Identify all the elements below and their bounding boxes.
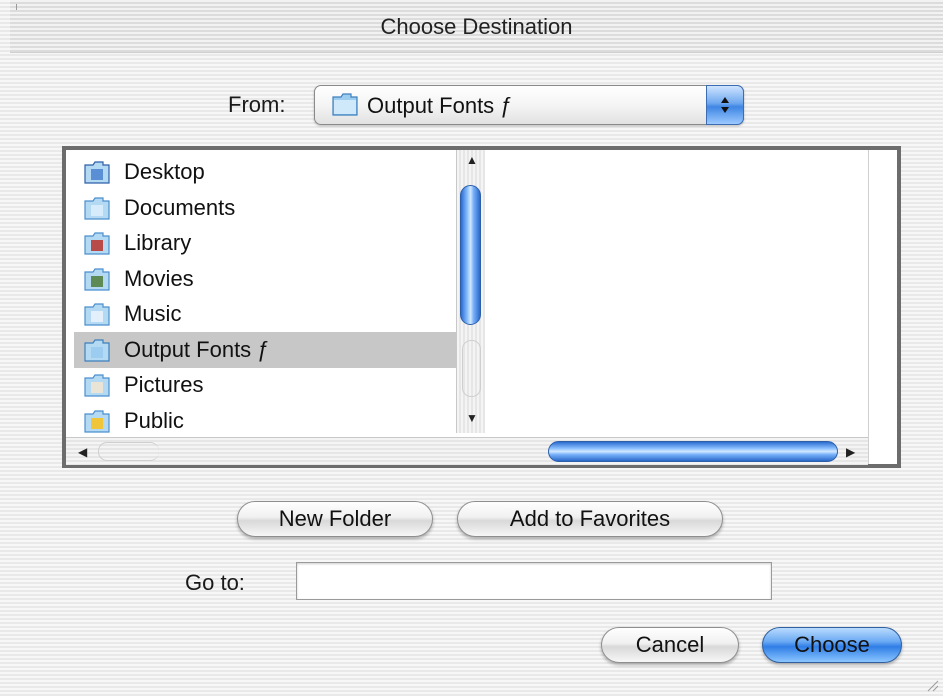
- list-item-label: Documents: [124, 194, 236, 220]
- list-item[interactable]: Output Fonts ƒ: [74, 331, 456, 368]
- list-item-label: Library: [124, 230, 192, 255]
- list-item[interactable]: Movies: [74, 261, 456, 297]
- from-label: From:: [228, 92, 286, 117]
- window-corner-mark: [16, 4, 20, 10]
- horizontal-scroll-track: [98, 442, 159, 461]
- scroll-down-arrow-icon[interactable]: ▼: [466, 412, 478, 424]
- folder-icon: [84, 338, 110, 362]
- desktop-folder-icon: [84, 161, 110, 184]
- from-popup-value: Output Fonts ƒ: [367, 93, 513, 118]
- list-item-label: Music: [124, 301, 182, 326]
- resize-grip-icon[interactable]: [925, 678, 939, 692]
- documents-folder-icon: [84, 196, 110, 220]
- vertical-scrollbar[interactable]: ▲ ▼: [456, 150, 485, 433]
- list-item-label: Output Fonts ƒ: [124, 336, 270, 362]
- goto-input[interactable]: [296, 562, 772, 600]
- chevron-up-down-icon: [721, 97, 729, 113]
- library-folder-icon: [84, 232, 110, 255]
- music-folder-icon: [84, 303, 110, 326]
- from-popup[interactable]: Output Fonts ƒ: [314, 85, 744, 125]
- cancel-button[interactable]: Cancel: [601, 627, 739, 663]
- horizontal-scrollbar[interactable]: ◀ ▶: [66, 437, 868, 465]
- list-item[interactable]: Public: [74, 403, 456, 438]
- vertical-scroll-thumb[interactable]: [460, 185, 481, 325]
- list-item-label: Desktop: [124, 159, 205, 184]
- list-item[interactable]: Documents: [74, 190, 456, 226]
- public-folder-icon: [84, 409, 110, 433]
- column-divider: [868, 150, 869, 464]
- list-item-label: Public: [124, 407, 184, 433]
- movies-folder-icon: [84, 267, 110, 291]
- title-bar[interactable]: Choose Destination: [10, 0, 943, 53]
- list-item[interactable]: Desktop: [74, 154, 456, 190]
- horizontal-scroll-thumb[interactable]: [548, 441, 838, 462]
- list-item-label: Pictures: [124, 372, 204, 397]
- scroll-up-arrow-icon[interactable]: ▲: [466, 154, 478, 166]
- choose-button[interactable]: Choose: [762, 627, 902, 663]
- list-item-label: Movies: [124, 265, 194, 291]
- goto-label: Go to:: [185, 570, 245, 595]
- column-browser[interactable]: Desktop Documents Library Movies Music Output…: [62, 146, 901, 468]
- new-folder-button[interactable]: New Folder: [237, 501, 433, 537]
- folder-icon: [332, 93, 358, 116]
- list-item[interactable]: Music: [74, 296, 456, 332]
- popup-stepper-arrows[interactable]: [706, 85, 744, 125]
- add-to-favorites-button[interactable]: Add to Favorites: [457, 501, 723, 537]
- vertical-scroll-track: [462, 340, 481, 397]
- folder-list[interactable]: Desktop Documents Library Movies Music Output…: [74, 154, 456, 437]
- list-item[interactable]: Library: [74, 225, 456, 261]
- list-item[interactable]: Pictures: [74, 367, 456, 403]
- scroll-right-arrow-icon[interactable]: ▶: [846, 446, 855, 458]
- dialog-title: Choose Destination: [380, 14, 573, 39]
- scroll-left-arrow-icon[interactable]: ◀: [78, 446, 87, 458]
- pictures-folder-icon: [84, 374, 110, 397]
